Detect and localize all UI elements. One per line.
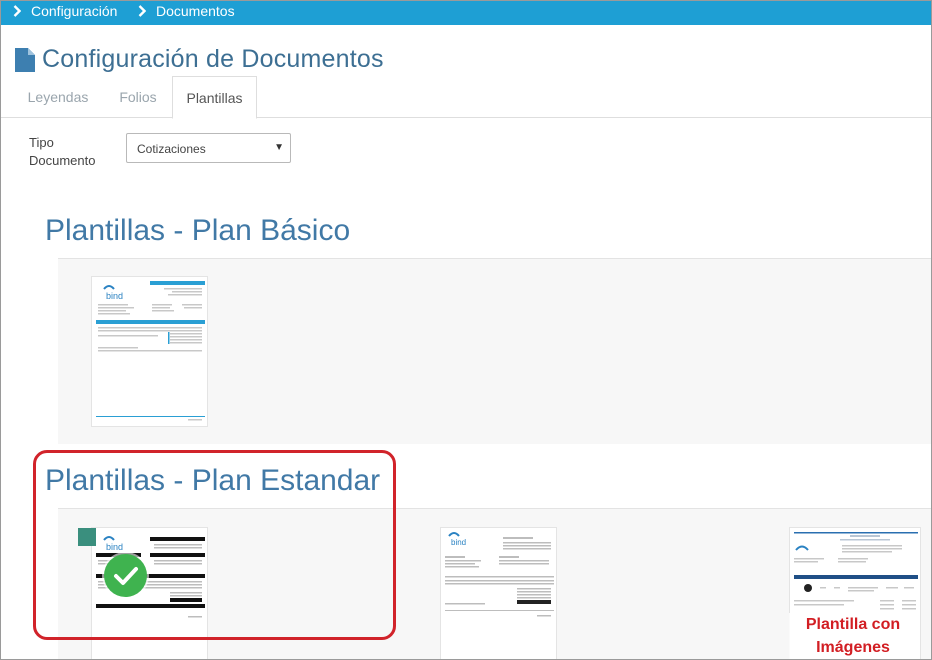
template-thumbnail-estandar-2[interactable]: bind [440,527,557,659]
breadcrumb: Configuración Documentos [1,1,931,25]
breadcrumb-item-configuracion[interactable]: Configuración [13,3,117,19]
breadcrumb-label: Documentos [156,3,235,19]
breadcrumb-item-documentos[interactable]: Documentos [138,3,235,19]
tab-bar: Leyendas Folios Plantillas [1,76,931,119]
svg-text:bind: bind [106,291,123,301]
section-title-basico: Plantillas - Plan Básico [45,214,351,247]
app-window: Configuración Documentos Configuración d… [0,0,932,660]
document-icon [15,47,35,72]
svg-text:bind: bind [451,538,466,547]
page-title-text: Configuración de Documentos [42,45,384,73]
template-image-caption: Plantilla con Imágenes [789,613,917,659]
tipo-documento-label: Tipo Documento [29,135,96,168]
breadcrumb-label: Configuración [31,3,118,19]
tipo-documento-select[interactable]: Cotizaciones ▼ [126,133,291,163]
highlight-outline [33,450,396,640]
select-value: Cotizaciones [137,142,206,156]
tab-plantillas[interactable]: Plantillas [172,76,257,119]
chevron-right-icon [13,5,21,17]
page-title: Configuración de Documentos [14,45,384,74]
caret-down-icon: ▼ [274,142,284,153]
chevron-right-icon [138,5,146,17]
template-thumbnail-basico[interactable]: bind [91,276,208,427]
tab-leyendas[interactable]: Leyendas [13,76,103,118]
tab-folios[interactable]: Folios [108,76,168,118]
